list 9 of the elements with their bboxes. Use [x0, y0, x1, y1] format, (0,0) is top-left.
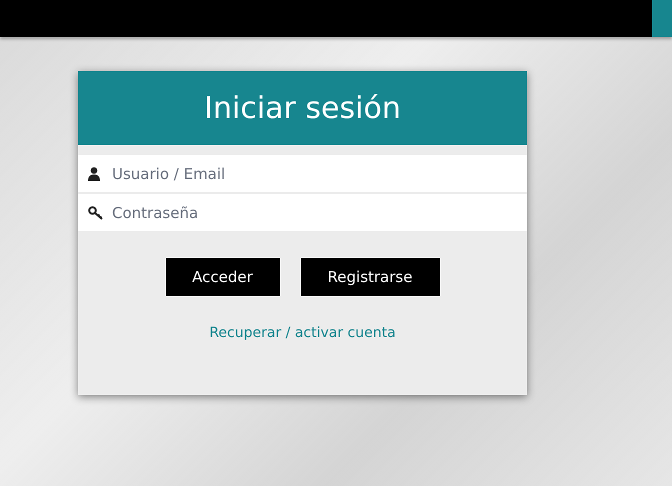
key-icon — [88, 206, 103, 220]
user-icon — [88, 167, 100, 181]
register-button[interactable]: Registrarse — [300, 258, 440, 296]
username-field[interactable]: Usuario / Email — [78, 155, 527, 192]
nav-accent-block — [652, 0, 672, 37]
login-button[interactable]: Acceder — [166, 258, 280, 296]
login-title: Iniciar sesión — [204, 90, 401, 126]
recover-account-link[interactable]: Recuperar / activar cuenta — [209, 325, 396, 341]
password-field[interactable]: Contraseña — [78, 194, 527, 231]
